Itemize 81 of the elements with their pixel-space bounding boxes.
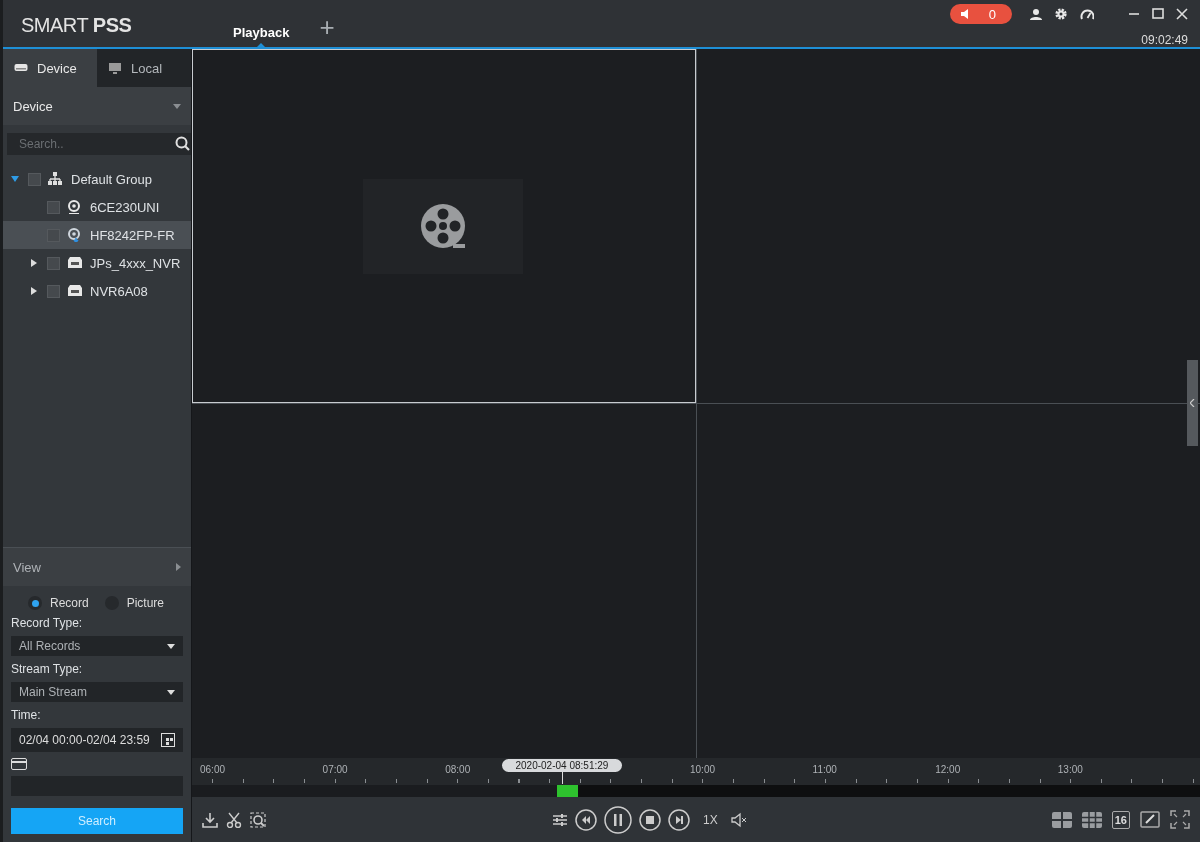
tree-item[interactable]: NVR6A08 <box>3 277 191 305</box>
expand-arrow-icon[interactable] <box>30 287 38 295</box>
time-range-field[interactable]: 02/04 00:00-02/04 23:59 <box>11 728 183 752</box>
maximize-icon[interactable] <box>1152 8 1164 20</box>
zoom-icon[interactable] <box>250 811 266 828</box>
edit-icon[interactable] <box>1140 811 1160 828</box>
gauge-icon[interactable] <box>1080 8 1094 20</box>
tree-item-label: Default Group <box>71 171 152 187</box>
fullscreen-icon[interactable] <box>1170 810 1190 829</box>
calendar-icon[interactable] <box>161 733 175 747</box>
sixteen-layout-button[interactable]: 16 <box>1111 810 1130 829</box>
collapse-arrow-icon[interactable] <box>11 175 19 183</box>
playback-tab[interactable]: Playback <box>213 0 310 47</box>
local-tab[interactable]: Local <box>97 49 191 87</box>
view-panel-header[interactable]: View <box>3 547 191 586</box>
pause-icon[interactable] <box>604 805 632 834</box>
checkbox[interactable] <box>47 284 60 298</box>
film-reel-icon <box>418 202 467 250</box>
checkbox[interactable] <box>47 256 60 270</box>
stream-type-dropdown[interactable]: Main Stream <box>11 682 183 702</box>
clock: 09:02:49 <box>1141 33 1188 47</box>
radio-option[interactable]: Record <box>28 596 89 610</box>
tree-item-label: 6CE230UNI <box>90 199 160 215</box>
tree-item[interactable]: 6CE230UNI <box>3 193 191 221</box>
time-label: 06:00 <box>200 764 227 775</box>
record-type-dropdown[interactable]: All Records <box>11 636 183 656</box>
record-track[interactable] <box>192 785 1200 797</box>
recorder-icon <box>67 284 83 298</box>
next-frame-icon[interactable] <box>668 808 690 831</box>
field-label: Stream Type: <box>11 662 84 676</box>
time-label: 11:00 <box>812 764 838 775</box>
side-panel-handle[interactable] <box>1187 360 1198 446</box>
mute-icon[interactable] <box>730 811 747 828</box>
speaker-icon <box>959 7 969 21</box>
settings-icon[interactable] <box>1054 7 1068 21</box>
scissors-icon[interactable] <box>226 811 242 828</box>
device-tab[interactable]: Device <box>3 49 97 87</box>
time-label: 08:00 <box>445 764 472 775</box>
field-label: Time: <box>11 708 42 722</box>
checkbox[interactable] <box>47 200 60 214</box>
search-icon[interactable] <box>175 136 191 152</box>
adjust-icon[interactable] <box>552 811 568 828</box>
recorded-segment <box>556 785 578 797</box>
expand-arrow-icon[interactable] <box>30 259 38 267</box>
speed-button[interactable]: 1X <box>697 812 724 827</box>
download-icon[interactable] <box>202 811 218 828</box>
checkbox[interactable] <box>28 172 41 186</box>
tree-item[interactable]: JPs_4xxx_NVR <box>3 249 191 277</box>
nine-layout-icon[interactable] <box>1081 811 1102 828</box>
time-label: 13:00 <box>1057 764 1084 775</box>
radio-button[interactable] <box>28 596 42 610</box>
monitor-icon <box>108 62 122 74</box>
camera-icon <box>67 228 83 242</box>
playhead-line[interactable] <box>561 772 563 784</box>
time-label: 12:00 <box>935 764 962 775</box>
group-icon <box>48 172 64 186</box>
tree-item-label: NVR6A08 <box>90 283 148 299</box>
tree-item[interactable]: Default Group <box>3 165 191 193</box>
user-icon[interactable] <box>1030 8 1042 20</box>
tree-item[interactable]: HF8242FP-FR <box>3 221 191 249</box>
app-logo: SMART PSS <box>20 13 133 38</box>
alarm-badge[interactable]: 0 <box>949 4 1012 24</box>
add-tab-button[interactable]: + <box>309 0 345 47</box>
tree-item-label: JPs_4xxx_NVR <box>90 255 181 271</box>
time-label: 10:00 <box>690 764 717 775</box>
chevron-icon <box>1190 399 1195 407</box>
playhead-time: 2020-02-04 08:51:29 <box>501 759 622 772</box>
rewind-icon[interactable] <box>575 808 597 831</box>
time-label: 07:00 <box>322 764 349 775</box>
device-icon <box>14 62 28 74</box>
field-label: Record Type: <box>11 616 84 630</box>
card-icon <box>11 758 27 770</box>
device-dropdown[interactable]: Device <box>3 87 191 125</box>
alarm-count: 0 <box>988 6 996 22</box>
quad-layout-icon[interactable] <box>1051 811 1072 828</box>
stop-icon[interactable] <box>639 808 661 831</box>
radio-option[interactable]: Picture <box>104 596 165 610</box>
tree-item-label: HF8242FP-FR <box>90 227 175 243</box>
camera-icon <box>67 200 83 214</box>
close-icon[interactable] <box>1176 8 1188 20</box>
recorder-icon <box>67 256 83 270</box>
